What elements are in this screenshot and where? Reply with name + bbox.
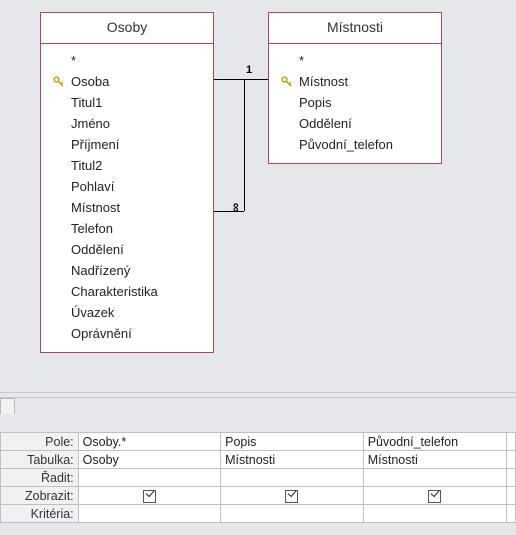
grid-row-field: Pole: Osoby.* Popis Původní_telefon	[1, 433, 516, 451]
grid-cell-criteria-0[interactable]	[78, 505, 220, 523]
query-design-grid[interactable]: Pole: Osoby.* Popis Původní_telefon Tabu…	[0, 432, 516, 523]
table-mistnosti-fields: * Místnost Popis Oddělení Původní_telefo…	[269, 44, 441, 163]
checkbox-icon[interactable]	[428, 490, 441, 503]
grid-cell-show-1[interactable]	[221, 487, 364, 505]
grid-row-table: Tabulka: Osoby Místnosti Místnosti	[1, 451, 516, 469]
field-mistnost[interactable]: Místnost	[279, 71, 431, 92]
field-label: Oddělení	[295, 116, 352, 131]
field-titul1[interactable]: Titul1	[51, 92, 203, 113]
field-label: Původní_telefon	[295, 137, 393, 152]
field-label: Místnost	[295, 74, 348, 89]
row-header-field: Pole:	[1, 433, 79, 451]
field-telefon[interactable]: Telefon	[51, 218, 203, 239]
grid-cell-show-2[interactable]	[363, 487, 506, 505]
relationship-line[interactable]	[244, 79, 268, 80]
field-label: *	[67, 53, 76, 68]
grid-cell-tail[interactable]	[506, 469, 515, 487]
field-puvodni-telefon[interactable]: Původní_telefon	[279, 134, 431, 155]
field-label: Osoba	[67, 74, 109, 89]
field-label: Jméno	[67, 116, 110, 131]
grid-cell-field-0[interactable]: Osoby.*	[78, 433, 220, 451]
relationships-canvas[interactable]: Osoby * Osoba Titul1 Jméno Příjmení Titu…	[0, 0, 516, 390]
relationship-line[interactable]	[214, 79, 244, 80]
field-oddeleni[interactable]: Oddělení	[51, 239, 203, 260]
field-pohlavi[interactable]: Pohlaví	[51, 176, 203, 197]
primary-key-icon	[51, 76, 67, 88]
table-osoby-fields: * Osoba Titul1 Jméno Příjmení Titul2 Poh…	[41, 44, 213, 352]
field-nadrizeny[interactable]: Nadřízený	[51, 260, 203, 281]
table-mistnosti[interactable]: Místnosti * Místnost Popis Oddělení Půvo…	[268, 12, 442, 164]
grid-cell-field-2[interactable]: Původní_telefon	[363, 433, 506, 451]
field-star[interactable]: *	[51, 50, 203, 71]
field-uvazek[interactable]: Úvazek	[51, 302, 203, 323]
field-label: Titul1	[67, 95, 102, 110]
field-label: Úvazek	[67, 305, 114, 320]
grid-cell-tail[interactable]	[506, 505, 515, 523]
field-opravneni[interactable]: Oprávnění	[51, 323, 203, 344]
grid-cell-criteria-2[interactable]	[363, 505, 506, 523]
table-osoby[interactable]: Osoby * Osoba Titul1 Jméno Příjmení Titu…	[40, 12, 214, 353]
grid-row-criteria: Kritéria:	[1, 505, 516, 523]
grid-cell-table-1[interactable]: Místnosti	[221, 451, 364, 469]
field-jmeno[interactable]: Jméno	[51, 113, 203, 134]
grid-cell-show-0[interactable]	[78, 487, 220, 505]
field-label: Popis	[295, 95, 332, 110]
field-star[interactable]: *	[279, 50, 431, 71]
row-header-table: Tabulka:	[1, 451, 79, 469]
checkbox-icon[interactable]	[285, 490, 298, 503]
table-mistnosti-title: Místnosti	[269, 13, 441, 44]
primary-key-icon	[279, 76, 295, 88]
field-titul2[interactable]: Titul2	[51, 155, 203, 176]
field-label: Oprávnění	[67, 326, 132, 341]
field-label: Místnost	[67, 200, 120, 215]
field-oddeleni2[interactable]: Oddělení	[279, 113, 431, 134]
grid-cell-table-2[interactable]: Místnosti	[363, 451, 506, 469]
relationship-many-label: ∞	[229, 203, 244, 212]
field-osoba[interactable]: Osoba	[51, 71, 203, 92]
grid-row-sort: Řadit:	[1, 469, 516, 487]
grid-cell-sort-1[interactable]	[221, 469, 364, 487]
field-popis[interactable]: Popis	[279, 92, 431, 113]
grid-cell-field-1[interactable]: Popis	[221, 433, 364, 451]
relationship-one-label: 1	[246, 64, 252, 76]
table-osoby-title: Osoby	[41, 13, 213, 44]
grid-cell-criteria-1[interactable]	[221, 505, 364, 523]
grid-row-show: Zobrazit:	[1, 487, 516, 505]
grid-cell-sort-2[interactable]	[363, 469, 506, 487]
grid-cell-table-0[interactable]: Osoby	[78, 451, 220, 469]
field-label: Příjmení	[67, 137, 119, 152]
field-mistnost[interactable]: Místnost	[51, 197, 203, 218]
field-label: Pohlaví	[67, 179, 114, 194]
row-header-criteria: Kritéria:	[1, 505, 79, 523]
field-label: *	[295, 53, 304, 68]
row-header-sort: Řadit:	[1, 469, 79, 487]
grid-cell-sort-0[interactable]	[78, 469, 220, 487]
relationship-line[interactable]	[244, 79, 245, 211]
grid-tab-nub[interactable]	[0, 398, 15, 414]
field-label: Titul2	[67, 158, 102, 173]
grid-cell-tail[interactable]	[506, 487, 515, 505]
pane-splitter[interactable]	[0, 392, 516, 398]
field-prijmeni[interactable]: Příjmení	[51, 134, 203, 155]
checkbox-icon[interactable]	[143, 490, 156, 503]
grid-cell-tail[interactable]	[506, 433, 515, 451]
row-header-show: Zobrazit:	[1, 487, 79, 505]
field-label: Telefon	[67, 221, 113, 236]
field-label: Nadřízený	[67, 263, 130, 278]
field-label: Oddělení	[67, 242, 124, 257]
field-label: Charakteristika	[67, 284, 158, 299]
grid-cell-tail[interactable]	[506, 451, 515, 469]
field-charakteristika[interactable]: Charakteristika	[51, 281, 203, 302]
